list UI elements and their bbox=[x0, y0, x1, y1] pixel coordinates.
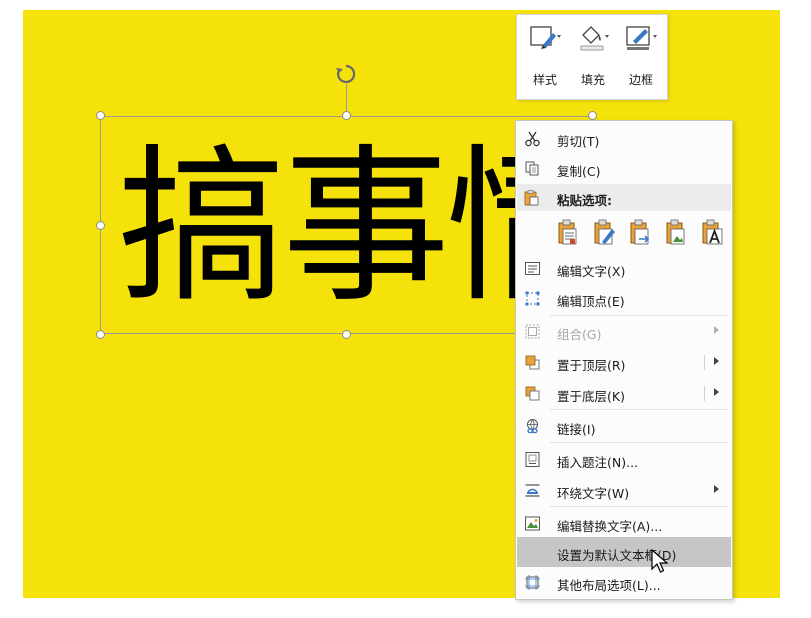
menu-item-wrap-text-label: 环绕文字(W) bbox=[557, 486, 630, 501]
outline-button[interactable]: 边框 bbox=[619, 21, 663, 93]
menu-item-copy[interactable]: 复制(C) bbox=[517, 153, 731, 183]
outline-pen-icon bbox=[626, 26, 657, 50]
menu-item-cut[interactable]: 剪切(T) bbox=[517, 123, 731, 153]
style-icon bbox=[530, 26, 561, 49]
resize-handle-bottom[interactable] bbox=[342, 330, 351, 339]
menu-item-edit-alt-text-label: 编辑替换文字(A)... bbox=[557, 519, 663, 534]
mouse-pointer-icon bbox=[651, 549, 669, 573]
menu-item-link[interactable]: 链接(I) bbox=[517, 411, 731, 441]
paste-options-label: 粘贴选项: bbox=[557, 193, 612, 208]
fill-button[interactable]: 填充 bbox=[571, 21, 615, 93]
menu-item-edit-points[interactable]: 编辑顶点(E) bbox=[517, 283, 731, 313]
use-destination-theme-icon[interactable] bbox=[592, 217, 618, 247]
menu-item-edit-alt-text[interactable]: 编辑替换文字(A)... bbox=[517, 508, 731, 538]
menu-item-edit-text-label: 编辑文字(X) bbox=[557, 264, 626, 279]
clipboard-icon bbox=[524, 190, 539, 206]
resize-handle-top[interactable] bbox=[342, 111, 351, 120]
link-icon bbox=[527, 419, 538, 434]
fill-button-label: 填充 bbox=[580, 73, 605, 87]
menu-item-cut-label: 剪切(T) bbox=[557, 134, 600, 149]
submenu-arrow-icon bbox=[714, 326, 719, 334]
menu-separator bbox=[550, 506, 728, 507]
split-divider bbox=[704, 355, 705, 370]
context-menu: 剪切(T) 复制(C) 粘贴选项: 编辑文字(X) 编辑顶点(E) 组合(G) … bbox=[515, 120, 733, 600]
resize-handle-bottom-left[interactable] bbox=[96, 330, 105, 339]
alt-text-icon bbox=[525, 516, 540, 531]
edit-points-icon bbox=[525, 291, 540, 306]
style-button-label: 样式 bbox=[532, 73, 557, 87]
wrap-text-icon bbox=[525, 484, 540, 497]
resize-handle-left[interactable] bbox=[96, 221, 105, 230]
layout-options-icon bbox=[525, 575, 540, 590]
menu-item-insert-caption[interactable]: 插入题注(N)... bbox=[517, 444, 731, 474]
style-button[interactable]: 样式 bbox=[523, 21, 567, 93]
menu-item-copy-label: 复制(C) bbox=[557, 164, 601, 179]
submenu-arrow-icon bbox=[714, 485, 719, 493]
edit-text-icon bbox=[525, 262, 540, 275]
scissors-icon bbox=[525, 131, 540, 147]
menu-item-send-to-back-label: 置于底层(K) bbox=[557, 389, 625, 404]
send-to-back-icon bbox=[525, 386, 540, 401]
menu-item-more-layout-options-label: 其他布局选项(L)... bbox=[557, 578, 661, 593]
insert-caption-icon bbox=[525, 452, 540, 467]
resize-handle-top-right[interactable] bbox=[588, 111, 597, 120]
resize-handle-top-left[interactable] bbox=[96, 111, 105, 120]
rotate-handle-icon[interactable] bbox=[334, 62, 358, 86]
submenu-arrow-icon[interactable] bbox=[714, 357, 719, 365]
menu-item-link-label: 链接(I) bbox=[557, 422, 596, 437]
menu-item-send-to-back[interactable]: 置于底层(K) bbox=[517, 378, 731, 408]
bring-to-front-icon bbox=[525, 355, 540, 370]
keep-text-only-icon[interactable] bbox=[700, 217, 726, 247]
group-icon bbox=[525, 324, 540, 339]
keep-source-format-icon[interactable] bbox=[556, 217, 582, 247]
merge-format-icon[interactable] bbox=[628, 217, 654, 247]
menu-item-group[interactable]: 组合(G) bbox=[517, 316, 731, 346]
mini-toolbar: 样式 填充 边框 bbox=[516, 14, 668, 100]
menu-item-group-label: 组合(G) bbox=[557, 327, 602, 342]
paste-options-row bbox=[556, 217, 732, 249]
menu-item-edit-points-label: 编辑顶点(E) bbox=[557, 294, 625, 309]
menu-item-wrap-text[interactable]: 环绕文字(W) bbox=[517, 475, 731, 505]
menu-separator bbox=[550, 409, 728, 410]
menu-item-insert-caption-label: 插入题注(N)... bbox=[557, 455, 639, 470]
split-divider bbox=[704, 386, 705, 401]
menu-item-more-layout-options[interactable]: 其他布局选项(L)... bbox=[517, 567, 731, 597]
menu-item-bring-to-front[interactable]: 置于顶层(R) bbox=[517, 347, 731, 377]
paste-picture-icon[interactable] bbox=[664, 217, 690, 247]
menu-item-set-default-textbox[interactable]: 设置为默认文本框(D) bbox=[517, 537, 731, 567]
outline-button-label: 边框 bbox=[628, 73, 653, 87]
menu-separator bbox=[550, 442, 728, 443]
menu-item-edit-text[interactable]: 编辑文字(X) bbox=[517, 253, 731, 283]
menu-item-bring-to-front-label: 置于顶层(R) bbox=[557, 358, 626, 373]
copy-icon bbox=[525, 161, 539, 176]
submenu-arrow-icon[interactable] bbox=[714, 388, 719, 396]
paste-options-header: 粘贴选项: bbox=[517, 184, 731, 211]
fill-bucket-icon bbox=[580, 26, 609, 51]
